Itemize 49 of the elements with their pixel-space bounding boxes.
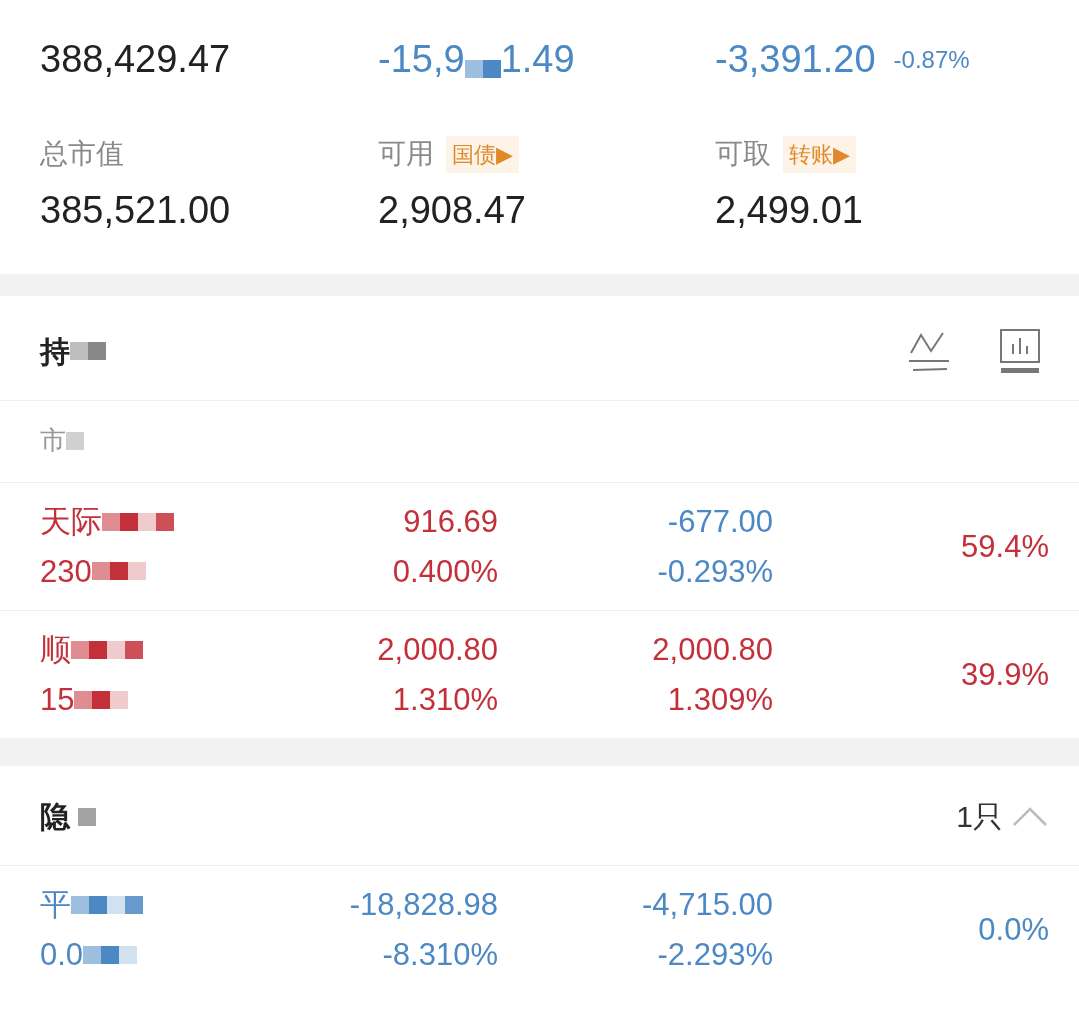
table-cell-text: -18,828.98 <box>349 886 498 925</box>
table-cell-text: -0.293% <box>657 552 773 591</box>
mosaic <box>91 562 146 581</box>
column-header: 市 <box>40 424 66 457</box>
item-count: 1只 <box>956 799 1003 836</box>
mosaic <box>102 512 174 531</box>
table-cell-text: 2,000.80 <box>377 631 498 670</box>
amount-value: 385,521.00 <box>40 191 232 229</box>
mosaic <box>464 60 501 78</box>
table-cell-text: -2.293% <box>657 935 773 974</box>
amount-value: -15,9 <box>378 40 465 78</box>
mosaic <box>71 641 143 659</box>
stock-code: 230 <box>40 552 92 591</box>
table-cell-text: 1.310% <box>392 680 498 719</box>
amount-value: 1.49 <box>500 40 575 78</box>
stock-name: 平 <box>40 886 71 925</box>
table-cell-text: 916.69 <box>403 503 498 541</box>
table-cell-text: 0.400% <box>392 552 498 591</box>
field-label: 总市值 <box>40 137 124 171</box>
share-value: 0.0% <box>978 911 1049 950</box>
mosaic <box>70 342 106 360</box>
share-value: 59.4% <box>961 527 1049 566</box>
change-value: -0.87% <box>893 45 970 75</box>
stock-code: 0.0 <box>40 935 84 974</box>
table-cell-text: -677.00 <box>667 503 773 541</box>
field-label: 可取 <box>715 137 771 171</box>
amount-value: 2,908.47 <box>378 191 527 229</box>
stock-code: 15 <box>40 680 75 719</box>
table-cell-text: 1.309% <box>667 680 773 719</box>
amount-value: 388,429.47 <box>40 40 231 78</box>
section-title: 持 <box>40 333 70 370</box>
stock-name: 顺 <box>40 631 71 670</box>
mosaic <box>78 807 96 826</box>
mosaic <box>83 945 138 964</box>
section-title: 隐 <box>40 799 70 836</box>
mosaic <box>74 690 129 709</box>
amount-value: 2,499.01 <box>715 191 864 229</box>
bar-chart-icon[interactable] <box>999 328 1041 374</box>
amount-value: -3,391.20 <box>715 40 876 78</box>
mosaic <box>71 896 143 915</box>
share-value: 39.9% <box>961 656 1049 694</box>
link-tag[interactable]: 国债▶ <box>446 135 519 173</box>
stock-name: 天际 <box>40 503 102 541</box>
link-tag[interactable]: 转账▶ <box>783 135 856 173</box>
table-cell-text: -4,715.00 <box>642 886 773 925</box>
field-label: 可用 <box>378 137 434 171</box>
table-cell-text: -8.310% <box>382 935 498 974</box>
mosaic <box>66 431 84 450</box>
table-cell-text: 2,000.80 <box>652 631 773 670</box>
